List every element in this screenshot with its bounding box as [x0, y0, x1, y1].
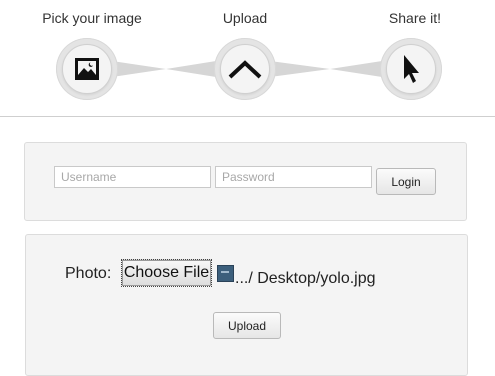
chevron-up-icon — [228, 60, 262, 79]
cursor-arrow-icon — [404, 55, 419, 83]
step-share — [380, 38, 442, 100]
upload-panel: Photo: Choose File .../ Desktop/yolo.jpg… — [25, 234, 468, 376]
step-upload — [214, 38, 276, 100]
selected-file-name: .../ Desktop/yolo.jpg — [235, 270, 376, 287]
header-divider — [0, 116, 495, 117]
image-icon — [75, 58, 99, 80]
login-button[interactable]: Login — [376, 168, 436, 195]
photo-label: Photo: — [65, 265, 112, 282]
username-input[interactable] — [54, 166, 211, 188]
upload-button[interactable]: Upload — [213, 312, 281, 339]
password-input[interactable] — [215, 166, 372, 188]
choose-file-button[interactable]: Choose File — [121, 259, 212, 287]
step-pick-image — [56, 38, 118, 100]
file-thumbnail-icon — [217, 265, 234, 282]
steps-header: Pick your image Upload Share it! — [0, 0, 495, 118]
login-panel: Login — [24, 142, 467, 221]
